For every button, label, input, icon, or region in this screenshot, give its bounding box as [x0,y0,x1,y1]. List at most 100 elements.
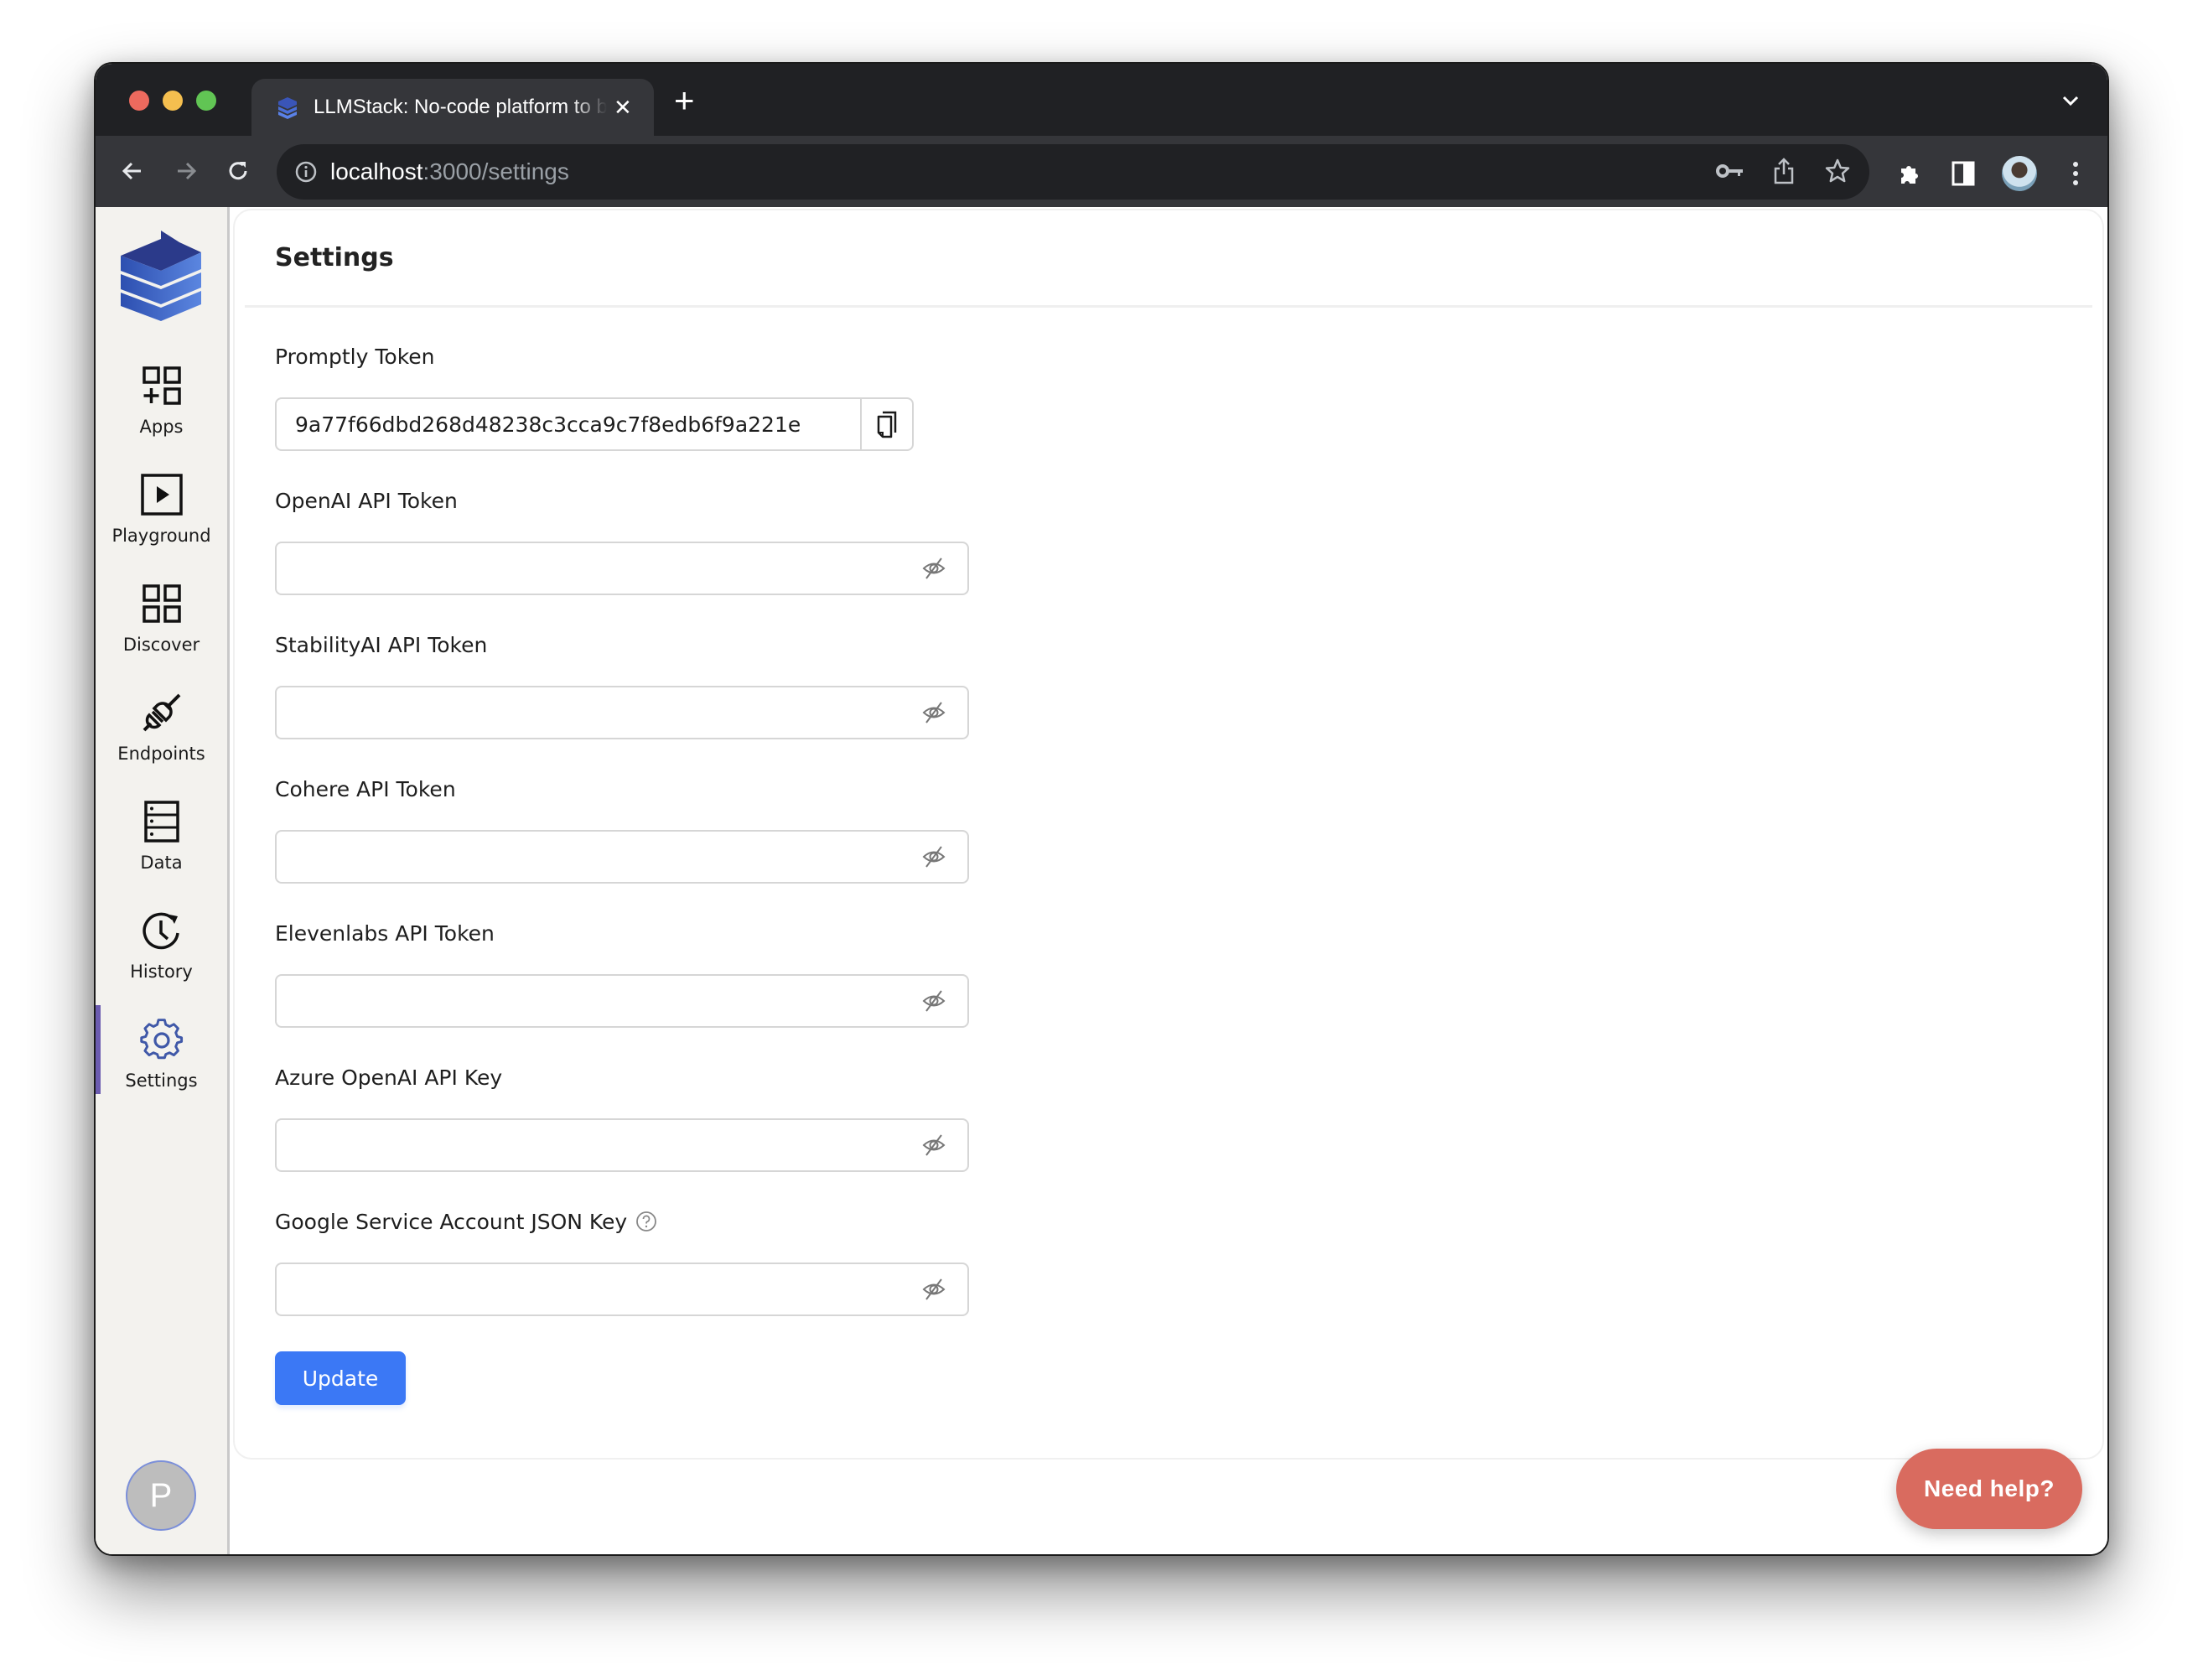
input-wrap [275,974,969,1028]
url-host: localhost [330,158,423,184]
google-service-account-key-field: Google Service Account JSON Key [275,1206,969,1350]
visibility-toggle-button[interactable] [919,1130,949,1160]
eye-off-icon [922,990,946,1012]
eye-off-icon [922,557,946,579]
openai-token-field: OpenAI API Token [275,485,969,629]
sidebar-item-label: Playground [111,526,211,546]
address-bar[interactable]: localhost:3000/settings [277,144,1869,200]
sidebar-item-history[interactable]: History [96,896,227,1005]
sidebar-item-label: Data [140,853,183,873]
field-label: StabilityAI API Token [275,632,488,657]
back-icon[interactable] [116,154,149,188]
input-wrap [275,542,969,595]
promptly-token-field: Promptly Token [275,340,969,485]
field-label: Promptly Token [275,344,435,369]
apps-add-icon [142,366,181,405]
sidebar-item-discover[interactable]: Discover [96,569,227,678]
azure-openai-key-input[interactable] [277,1120,919,1170]
eye-off-icon [922,1278,946,1300]
sidebar-item-label: Apps [139,417,184,437]
visibility-toggle-button[interactable] [919,697,949,728]
url-path: :3000/settings [422,158,569,184]
forward-icon[interactable] [169,154,203,188]
cohere-token-input[interactable] [277,832,919,882]
sidebar-item-label: Discover [122,635,200,655]
gear-icon [139,1019,183,1060]
browser-toolbar: localhost:3000/settings [96,136,2107,207]
eye-off-icon [922,1134,946,1156]
field-label: Google Service Account JSON Key [275,1206,969,1237]
sidebar-item-playground[interactable]: Playground [96,460,227,569]
visibility-toggle-button[interactable] [919,553,949,583]
settings-card: Settings Promptly Token 9a77f66dbd268d48… [235,210,2102,1458]
visibility-toggle-button[interactable] [919,1274,949,1304]
minimize-window-button[interactable] [163,91,183,111]
visibility-toggle-button[interactable] [919,986,949,1016]
settings-form: Promptly Token OpenAI API Tok [275,340,969,1405]
grid-icon [142,584,181,623]
input-wrap [275,686,969,739]
menu-kebab-icon[interactable] [2060,158,2091,189]
field-label: Elevenlabs API Token [275,920,495,946]
password-key-icon[interactable] [1715,156,1745,186]
sidebar-item-label: Endpoints [117,744,205,764]
sidebar-item-label: Settings [125,1071,198,1091]
stabilityai-token-input[interactable] [277,687,919,738]
sidebar-item-settings[interactable]: Settings [96,1005,227,1114]
profile-avatar[interactable] [2002,156,2037,191]
page-title: Settings [275,243,394,272]
sidebar-item-endpoints[interactable]: Endpoints [96,678,227,787]
promptly-token-input[interactable] [277,399,860,449]
input-wrap [275,1118,969,1172]
eye-off-icon [922,702,946,723]
google-service-account-key-input[interactable] [277,1264,919,1314]
site-info-icon[interactable] [293,159,319,184]
plug-icon [143,693,180,732]
page-content: Apps Playground Discover Endpoints Data … [96,207,2107,1554]
history-clock-icon [142,912,179,950]
sidebar-item-label: History [130,962,193,982]
copy-token-button[interactable] [860,399,912,449]
field-label: OpenAI API Token [275,488,458,513]
close-window-button[interactable] [129,91,149,111]
stabilityai-token-field: StabilityAI API Token [275,629,969,773]
new-tab-button[interactable]: + [674,82,695,119]
sidebar-item-data[interactable]: Data [96,787,227,896]
maximize-window-button[interactable] [196,91,216,111]
user-avatar[interactable]: P [126,1460,196,1531]
side-panel-icon[interactable] [1948,158,1978,189]
promptly-token-input-wrap [275,397,914,451]
azure-openai-key-field: Azure OpenAI API Key [275,1061,969,1206]
bookmark-star-icon[interactable] [1822,156,1853,186]
elevenlabs-token-field: Elevenlabs API Token [275,917,969,1061]
input-wrap [275,830,969,884]
llmstack-logo[interactable] [119,231,203,321]
openai-token-input[interactable] [277,543,919,594]
visibility-toggle-button[interactable] [919,842,949,872]
tab-close-icon[interactable]: ✕ [614,95,632,121]
update-button[interactable]: Update [275,1351,406,1405]
sidebar: Apps Playground Discover Endpoints Data … [96,207,230,1554]
server-icon [143,801,179,843]
help-circle-icon[interactable] [635,1211,657,1232]
field-label: Azure OpenAI API Key [275,1065,503,1090]
copy-icon [877,411,897,438]
play-box-icon [140,474,183,516]
elevenlabs-token-input[interactable] [277,976,919,1026]
reload-icon[interactable] [221,154,255,188]
input-wrap [275,1263,969,1316]
extensions-icon[interactable] [1895,158,1925,189]
browser-tab[interactable]: LLMStack: No-code platform to build gene… [251,79,654,136]
eye-off-icon [922,846,946,868]
tab-dropdown-icon[interactable] [2059,89,2082,112]
sidebar-item-apps[interactable]: Apps [96,351,227,460]
settings-header: Settings [245,210,2092,308]
cohere-token-field: Cohere API Token [275,773,969,917]
share-icon[interactable] [1769,156,1799,186]
field-label: Cohere API Token [275,776,456,801]
need-help-button[interactable]: Need help? [1896,1449,2082,1529]
browser-window: LLMStack: No-code platform to build gene… [94,62,2109,1556]
llmstack-favicon-icon [278,97,297,119]
tab-strip: LLMStack: No-code platform to build gene… [96,64,2107,136]
field-label-text: Google Service Account JSON Key [275,1209,628,1234]
